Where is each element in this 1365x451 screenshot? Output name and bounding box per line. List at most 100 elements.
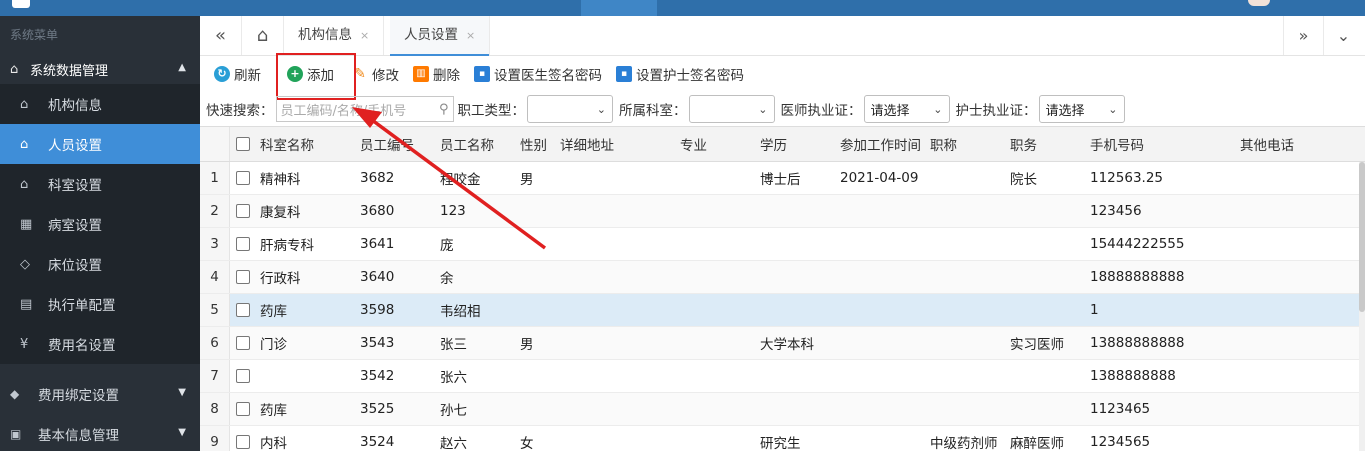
table-row[interactable]: 8 药库 3525 孙七 1123465 xyxy=(200,393,1365,426)
nurse-sign-button[interactable]: ▪ 设置护士签名密码 xyxy=(616,64,744,84)
tab-org-info[interactable]: 机构信息 × xyxy=(284,16,385,55)
table-row[interactable]: 9 内科 3524 赵六 女 研究生 中级药剂师 麻醉医师 1234565 xyxy=(200,426,1365,451)
row-number: 2 xyxy=(200,195,230,227)
sidebar-group-system-data[interactable]: ⌂ 系统数据管理 ▲ xyxy=(0,54,200,84)
sidebar-item-fee-name[interactable]: ¥ 费用名设置 xyxy=(0,324,200,364)
sidebar-submenu: ⌂ 机构信息 ⌂ 人员设置 ⌂ 科室设置 ▦ 病室设置 ◇ 床位设置 ▤ 执行单配置 ¥ 费用… xyxy=(0,84,200,364)
home-icon: ⌂ xyxy=(20,96,29,112)
column-header[interactable]: 手机号码 xyxy=(1084,127,1234,161)
row-checkbox[interactable] xyxy=(236,336,250,350)
sidebar-item-staff-settings[interactable]: ⌂ 人员设置 xyxy=(0,124,200,164)
table-row[interactable]: 1 精神科 3682 程咬金 男 博士后 2021-04-09 院长 112563.25 xyxy=(200,162,1365,195)
sidebar-item-bed-settings[interactable]: ◇ 床位设置 xyxy=(0,244,200,284)
tabs-menu-button[interactable]: ⌄ xyxy=(1323,16,1363,55)
row-checkbox-cell xyxy=(230,393,254,425)
cell-dept xyxy=(254,360,354,392)
column-header[interactable]: 职称 xyxy=(924,127,1004,161)
cell-phone: 15444222555 xyxy=(1090,236,1185,252)
cell-other xyxy=(1234,195,1364,227)
column-header[interactable]: 科室名称 xyxy=(254,127,354,161)
table-row[interactable]: 5 药库 3598 韦绍相 1 xyxy=(200,294,1365,327)
cell-name: 程咬金 xyxy=(440,172,481,188)
dept-select[interactable]: ⌄ xyxy=(688,95,775,123)
cell-sex xyxy=(514,228,554,260)
nurse-license-value: 请选择 xyxy=(1045,103,1085,119)
column-header[interactable]: 专业 xyxy=(674,127,754,161)
column-header[interactable]: 学历 xyxy=(754,127,834,161)
cell-dept: 门诊 xyxy=(260,337,287,353)
row-checkbox[interactable] xyxy=(236,171,250,185)
tab-label: 机构信息 xyxy=(298,27,352,43)
row-checkbox[interactable] xyxy=(236,303,250,317)
home-tab-button[interactable]: ⌂ xyxy=(242,16,284,55)
column-header[interactable]: 员工名称 xyxy=(434,127,514,161)
sidebar-item-org-info[interactable]: ⌂ 机构信息 xyxy=(0,84,200,124)
chevron-down-icon: ▼ xyxy=(178,427,186,438)
top-nav-active[interactable] xyxy=(581,0,657,16)
sidebar-item-exec-config[interactable]: ▤ 执行单配置 xyxy=(0,284,200,324)
delete-button[interactable]: ▥ 删除 xyxy=(413,64,460,84)
row-checkbox[interactable] xyxy=(236,402,250,416)
sidebar-group-fee-binding[interactable]: ◆ 费用绑定设置 ▼ xyxy=(0,374,200,414)
tabs-scroll-right-button[interactable]: » xyxy=(1283,16,1323,55)
logo-icon xyxy=(12,0,30,8)
column-header[interactable]: 详细地址 xyxy=(554,127,674,161)
sidebar-item-label: 执行单配置 xyxy=(48,298,116,314)
column-header[interactable]: 其他电话 xyxy=(1234,127,1364,161)
cell-name: 123 xyxy=(440,203,466,219)
sidebar-item-dept-settings[interactable]: ⌂ 科室设置 xyxy=(0,164,200,204)
table-row[interactable]: 4 行政科 3640 余 18888888888 xyxy=(200,261,1365,294)
cell-addr xyxy=(554,360,674,392)
close-icon[interactable]: × xyxy=(466,29,475,42)
row-checkbox[interactable] xyxy=(236,270,250,284)
row-number: 8 xyxy=(200,393,230,425)
column-header[interactable]: 性别 xyxy=(514,127,554,161)
column-header[interactable]: 参加工作时间 xyxy=(834,127,924,161)
row-checkbox[interactable] xyxy=(236,204,250,218)
sidebar-group-label: 费用绑定设置 xyxy=(38,388,119,404)
sidebar-group-basic-info[interactable]: ▣ 基本信息管理 ▼ xyxy=(0,414,200,451)
cell-title xyxy=(924,162,1004,194)
grid-icon: ▦ xyxy=(20,216,33,232)
edit-button[interactable]: ✎ 修改 xyxy=(352,64,399,84)
cell-addr xyxy=(554,228,674,260)
column-header[interactable]: 员工编号 xyxy=(354,127,434,161)
scrollbar-thumb[interactable] xyxy=(1359,162,1365,312)
row-checkbox-cell xyxy=(230,162,254,194)
nurse-sign-label: 设置护士签名密码 xyxy=(636,68,744,84)
row-checkbox-cell xyxy=(230,261,254,293)
row-checkbox[interactable] xyxy=(236,237,250,251)
sidebar-group-label: 系统数据管理 xyxy=(30,63,109,79)
table-row[interactable]: 6 门诊 3543 张三 男 大学本科 实习医师 13888888888 xyxy=(200,327,1365,360)
refresh-button[interactable]: ↻ 刷新 xyxy=(214,64,261,84)
close-icon[interactable]: × xyxy=(360,29,369,42)
search-input[interactable]: 员工编码/名称/手机号 ⚲ xyxy=(275,96,454,122)
avatar[interactable] xyxy=(1248,0,1270,6)
row-number: 4 xyxy=(200,261,230,293)
delete-label: 删除 xyxy=(433,68,460,84)
row-checkbox[interactable] xyxy=(236,369,250,383)
doctor-license-select[interactable]: 请选择 ⌄ xyxy=(863,95,950,123)
select-all-checkbox[interactable] xyxy=(236,137,250,151)
sidebar-item-label: 机构信息 xyxy=(48,98,102,114)
tabs-scroll-left-button[interactable]: « xyxy=(200,16,242,55)
vertical-scrollbar[interactable] xyxy=(1359,162,1365,451)
search-bar: 快速搜索： 员工编码/名称/手机号 ⚲ 职工类型： ⌄ 所属科室： ⌄ 医师执业… xyxy=(200,92,1365,126)
doctor-sign-button[interactable]: ▪ 设置医生签名密码 xyxy=(474,64,602,84)
table-row[interactable]: 7 3542 张六 1388888888 xyxy=(200,360,1365,393)
staff-type-select[interactable]: ⌄ xyxy=(527,95,613,123)
cell-date: 2021-04-09 xyxy=(840,170,919,186)
sidebar-item-ward-settings[interactable]: ▦ 病室设置 xyxy=(0,204,200,244)
cell-sex xyxy=(514,294,554,326)
tab-staff-settings[interactable]: 人员设置 × xyxy=(390,16,491,56)
column-header[interactable]: 职务 xyxy=(1004,127,1084,161)
row-checkbox-cell xyxy=(230,228,254,260)
table-row[interactable]: 2 康复科 3680 123 123456 xyxy=(200,195,1365,228)
chevron-down-icon: ⌄ xyxy=(596,102,606,116)
cell-phone: 1123465 xyxy=(1090,401,1151,417)
cell-post xyxy=(1004,294,1084,326)
cell-edu xyxy=(754,228,834,260)
nurse-license-select[interactable]: 请选择 ⌄ xyxy=(1038,95,1125,123)
table-row[interactable]: 3 肝病专科 3641 庞 15444222555 xyxy=(200,228,1365,261)
row-checkbox[interactable] xyxy=(236,435,250,449)
